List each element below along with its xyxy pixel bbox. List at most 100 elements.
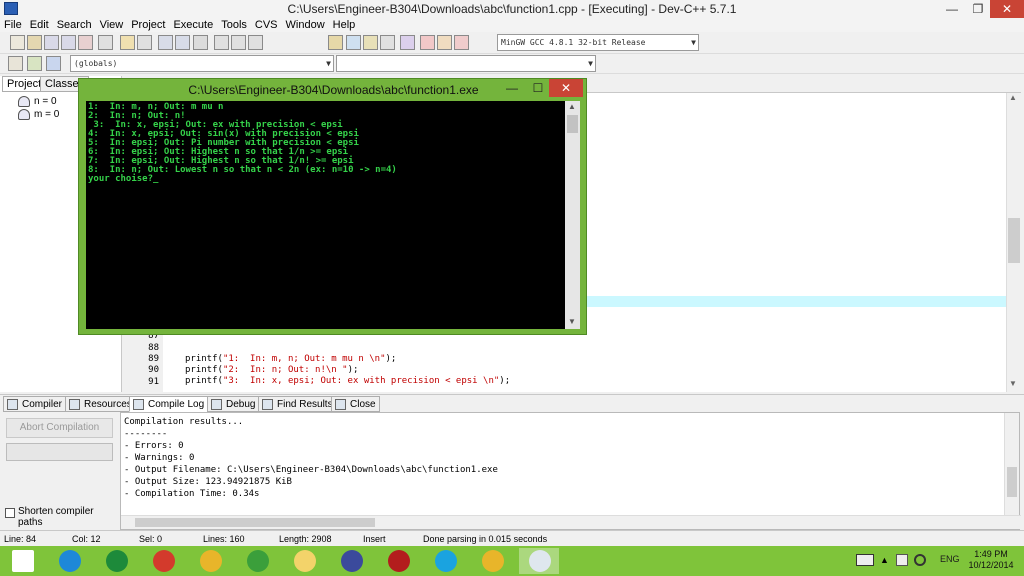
close-file-icon[interactable] bbox=[78, 35, 93, 50]
code-text: printf( bbox=[185, 365, 223, 375]
toggle-comment-icon[interactable] bbox=[248, 35, 263, 50]
class-browser-icon[interactable] bbox=[8, 56, 23, 71]
tab-label: Close bbox=[350, 399, 376, 410]
shorten-paths-checkbox[interactable] bbox=[5, 508, 15, 518]
minimize-button[interactable]: — bbox=[940, 0, 964, 18]
compile-icon[interactable] bbox=[328, 35, 343, 50]
taskbar-app-folder[interactable] bbox=[284, 548, 324, 574]
print-icon[interactable] bbox=[98, 35, 113, 50]
console-scrollbar[interactable]: ▲ ▼ bbox=[565, 101, 580, 329]
menu-cvs[interactable]: CVS bbox=[251, 18, 282, 32]
compile-run-icon[interactable] bbox=[363, 35, 378, 50]
scroll-thumb[interactable] bbox=[567, 115, 578, 133]
console-minimize-button[interactable]: — bbox=[500, 79, 524, 97]
log-vertical-scrollbar[interactable] bbox=[1004, 413, 1019, 515]
network-icon[interactable] bbox=[914, 554, 926, 566]
tab-find-results[interactable]: Find Results bbox=[258, 396, 337, 412]
chevron-up-icon[interactable]: ▲ bbox=[880, 555, 889, 565]
debug-icon[interactable] bbox=[454, 35, 469, 50]
taskbar-app-store[interactable] bbox=[96, 548, 136, 574]
string-literal: "3: In: x, epsi; Out: ex with precision … bbox=[222, 376, 500, 386]
flag-icon[interactable] bbox=[896, 554, 908, 566]
editor-scrollbar[interactable]: ▲ ▼ bbox=[1006, 93, 1021, 392]
menu-file[interactable]: File bbox=[0, 18, 26, 32]
goto-line-icon[interactable] bbox=[193, 35, 208, 50]
windows-start-icon bbox=[12, 550, 34, 572]
taskbar-app-game[interactable] bbox=[378, 548, 418, 574]
taskbar-app-windows-start[interactable] bbox=[2, 548, 42, 574]
tab-debug[interactable]: Debug bbox=[207, 396, 260, 412]
save-icon[interactable] bbox=[44, 35, 59, 50]
new-file-icon[interactable] bbox=[10, 35, 25, 50]
find-icon[interactable] bbox=[158, 35, 173, 50]
scope-select[interactable]: (globals) ▼ bbox=[70, 55, 334, 72]
taskbar-app-chrome[interactable] bbox=[190, 548, 230, 574]
scroll-up-icon[interactable]: ▲ bbox=[568, 102, 576, 111]
scroll-down-icon[interactable]: ▼ bbox=[568, 317, 576, 326]
open-icon[interactable] bbox=[27, 35, 42, 50]
unindent-icon[interactable] bbox=[231, 35, 246, 50]
taskbar-app-chrome-2[interactable] bbox=[472, 548, 512, 574]
menu-tools[interactable]: Tools bbox=[217, 18, 251, 32]
run-icon[interactable] bbox=[346, 35, 361, 50]
keyboard-icon[interactable] bbox=[856, 554, 874, 566]
tab-label: Compile Log bbox=[148, 399, 205, 410]
scroll-thumb[interactable] bbox=[1007, 467, 1017, 497]
tab-resources[interactable]: Resources bbox=[65, 396, 136, 412]
scroll-up-icon[interactable]: ▲ bbox=[1009, 93, 1017, 102]
taskbar-app-tool[interactable] bbox=[237, 548, 277, 574]
tab-compiler[interactable]: Compiler bbox=[3, 396, 67, 412]
clock[interactable]: 1:49 PM 10/12/2014 bbox=[964, 549, 1018, 571]
menu-window[interactable]: Window bbox=[282, 18, 329, 32]
function-select[interactable]: ▼ bbox=[336, 55, 596, 72]
console-maximize-button[interactable]: ☐ bbox=[526, 79, 550, 97]
menu-edit[interactable]: Edit bbox=[26, 18, 53, 32]
log-horizontal-scrollbar[interactable] bbox=[121, 515, 1021, 529]
save-all-icon[interactable] bbox=[61, 35, 76, 50]
tree-item-label: n = 0 bbox=[34, 96, 57, 107]
taskbar-app-dev-cpp[interactable] bbox=[331, 548, 371, 574]
string-literal: "1: In: m, n; Out: m mu n \n" bbox=[222, 354, 386, 364]
compile-log[interactable]: Compilation results... -------- - Errors… bbox=[120, 412, 1021, 530]
menu-search[interactable]: Search bbox=[53, 18, 96, 32]
bookmark-icon[interactable] bbox=[46, 56, 61, 71]
chart-icon[interactable] bbox=[437, 35, 452, 50]
indent-icon[interactable] bbox=[214, 35, 229, 50]
console-output[interactable]: 1: In: m, n; Out: m mu n 2: In: n; Out: … bbox=[86, 101, 580, 329]
chevron-down-icon: ▼ bbox=[691, 38, 696, 47]
insert-icon[interactable] bbox=[27, 56, 42, 71]
tree-item[interactable]: m = 0 bbox=[18, 109, 59, 121]
replace-icon[interactable] bbox=[175, 35, 190, 50]
taskbar-app-paint[interactable] bbox=[143, 548, 183, 574]
syntax-check-icon[interactable] bbox=[400, 35, 415, 50]
paint-icon bbox=[153, 550, 175, 572]
taskbar-app-skype[interactable] bbox=[425, 548, 465, 574]
language-indicator[interactable]: ENG bbox=[940, 554, 960, 564]
tab-compile-log[interactable]: Compile Log bbox=[129, 396, 209, 412]
abort-compilation-button[interactable]: Abort Compilation bbox=[6, 418, 113, 438]
chevron-down-icon: ▼ bbox=[326, 59, 331, 68]
stop-icon[interactable] bbox=[420, 35, 435, 50]
taskbar-app-console-window[interactable] bbox=[519, 548, 559, 574]
maximize-button[interactable]: ❐ bbox=[966, 0, 990, 18]
status-length: Length: 2908 bbox=[279, 534, 332, 544]
console-close-button[interactable]: ✕ bbox=[549, 79, 583, 97]
tree-item[interactable]: n = 0 bbox=[18, 96, 57, 108]
console-window[interactable]: C:\Users\Engineer-B304\Downloads\abc\fun… bbox=[78, 78, 587, 335]
scroll-thumb[interactable] bbox=[135, 518, 375, 527]
scroll-down-icon[interactable]: ▼ bbox=[1009, 379, 1017, 388]
undo-icon[interactable] bbox=[120, 35, 135, 50]
secondary-toolbar: (globals) ▼ ▼ bbox=[0, 54, 1024, 74]
close-button[interactable]: ✕ bbox=[990, 0, 1024, 18]
compiler-select[interactable]: MinGW GCC 4.8.1 32-bit Release ▼ bbox=[497, 34, 699, 51]
taskbar-app-internet-explorer[interactable] bbox=[49, 548, 89, 574]
redo-icon[interactable] bbox=[137, 35, 152, 50]
menu-help[interactable]: Help bbox=[329, 18, 360, 32]
scroll-thumb[interactable] bbox=[1008, 218, 1020, 263]
menu-view[interactable]: View bbox=[96, 18, 128, 32]
rebuild-icon[interactable] bbox=[380, 35, 395, 50]
menu-execute[interactable]: Execute bbox=[169, 18, 217, 32]
game-icon bbox=[388, 550, 410, 572]
menu-project[interactable]: Project bbox=[127, 18, 169, 32]
tab-close[interactable]: Close bbox=[331, 396, 380, 412]
